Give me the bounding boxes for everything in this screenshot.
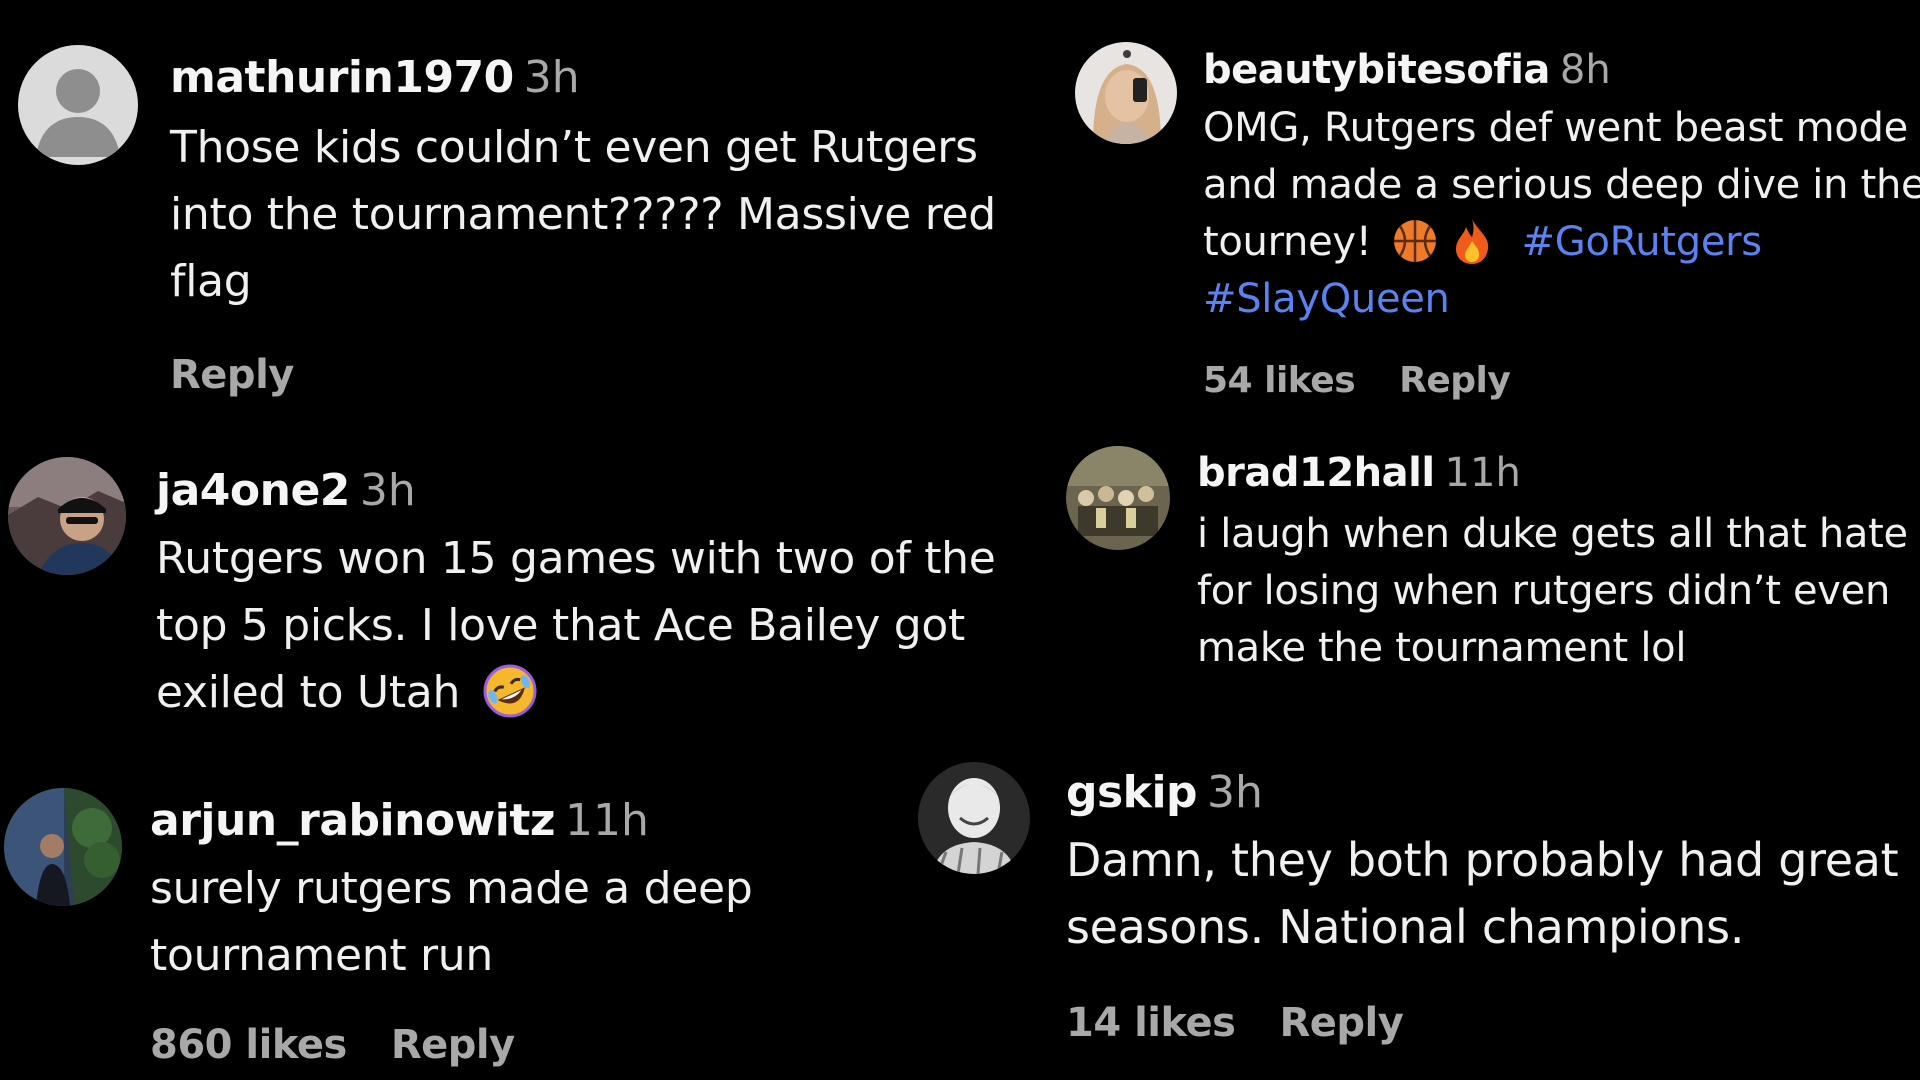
comment-header: arjun_rabinowitz 11h: [150, 795, 649, 846]
likes-count[interactable]: 54 likes: [1203, 360, 1356, 401]
timestamp[interactable]: 3h: [1207, 767, 1263, 818]
username[interactable]: ja4one2: [156, 465, 350, 516]
default-avatar-icon[interactable]: [18, 45, 138, 165]
fire-emoji: [1452, 217, 1492, 265]
username[interactable]: gskip: [1066, 767, 1198, 818]
timestamp[interactable]: 3h: [360, 465, 416, 516]
comment-text: Rutgers won 15 games with two of the top…: [156, 525, 996, 726]
username[interactable]: brad12hall: [1197, 450, 1435, 496]
comment-text: Those kids couldn’t even get Rutgers int…: [170, 122, 996, 307]
comment-actions: Reply: [170, 352, 294, 398]
username[interactable]: mathurin1970: [170, 52, 514, 103]
user-avatar[interactable]: [8, 457, 126, 575]
user-avatar[interactable]: [1066, 446, 1170, 550]
comment-actions: 860 likes Reply: [150, 1022, 515, 1068]
user-avatar[interactable]: [4, 788, 122, 906]
comment-actions: 54 likes Reply: [1203, 360, 1511, 401]
comment-actions: 14 likes Reply: [1066, 1000, 1404, 1046]
comment-text: OMG, Rutgers def went beast mode and mad…: [1203, 105, 1920, 322]
reply-button[interactable]: Reply: [1279, 1000, 1403, 1046]
timestamp[interactable]: 3h: [524, 52, 580, 103]
timestamp[interactable]: 8h: [1560, 47, 1611, 93]
likes-count[interactable]: 14 likes: [1066, 1000, 1236, 1046]
comment-header: gskip 3h: [1066, 767, 1263, 818]
comment-header: ja4one2 3h: [156, 465, 416, 516]
hashtag-gorutgers[interactable]: #GoRutgers: [1522, 219, 1763, 265]
likes-count[interactable]: 860 likes: [150, 1022, 347, 1068]
reply-button[interactable]: Reply: [170, 352, 294, 398]
username[interactable]: arjun_rabinowitz: [150, 795, 556, 846]
username[interactable]: beautybitesofia: [1203, 47, 1550, 93]
comment-header: beautybitesofia 8h: [1203, 47, 1611, 93]
comment-text: surely rutgers made a deep tournament ru…: [150, 863, 753, 981]
timestamp[interactable]: 11h: [1445, 450, 1521, 496]
rolling-on-floor-laughing-emoji: [482, 663, 538, 719]
timestamp[interactable]: 11h: [565, 795, 649, 846]
user-avatar[interactable]: [1075, 42, 1177, 144]
reply-button[interactable]: Reply: [391, 1022, 515, 1068]
user-avatar[interactable]: [918, 762, 1030, 874]
comment-text: Damn, they both probably had great seaso…: [1066, 833, 1899, 954]
comment-text: i laugh when duke gets all that hate for…: [1197, 511, 1908, 671]
basketball-emoji: [1392, 218, 1438, 264]
comment-header: brad12hall 11h: [1197, 450, 1521, 496]
comment-header: mathurin1970 3h: [170, 52, 580, 103]
hashtag-slayqueen[interactable]: #SlayQueen: [1203, 276, 1450, 322]
reply-button[interactable]: Reply: [1399, 360, 1511, 401]
